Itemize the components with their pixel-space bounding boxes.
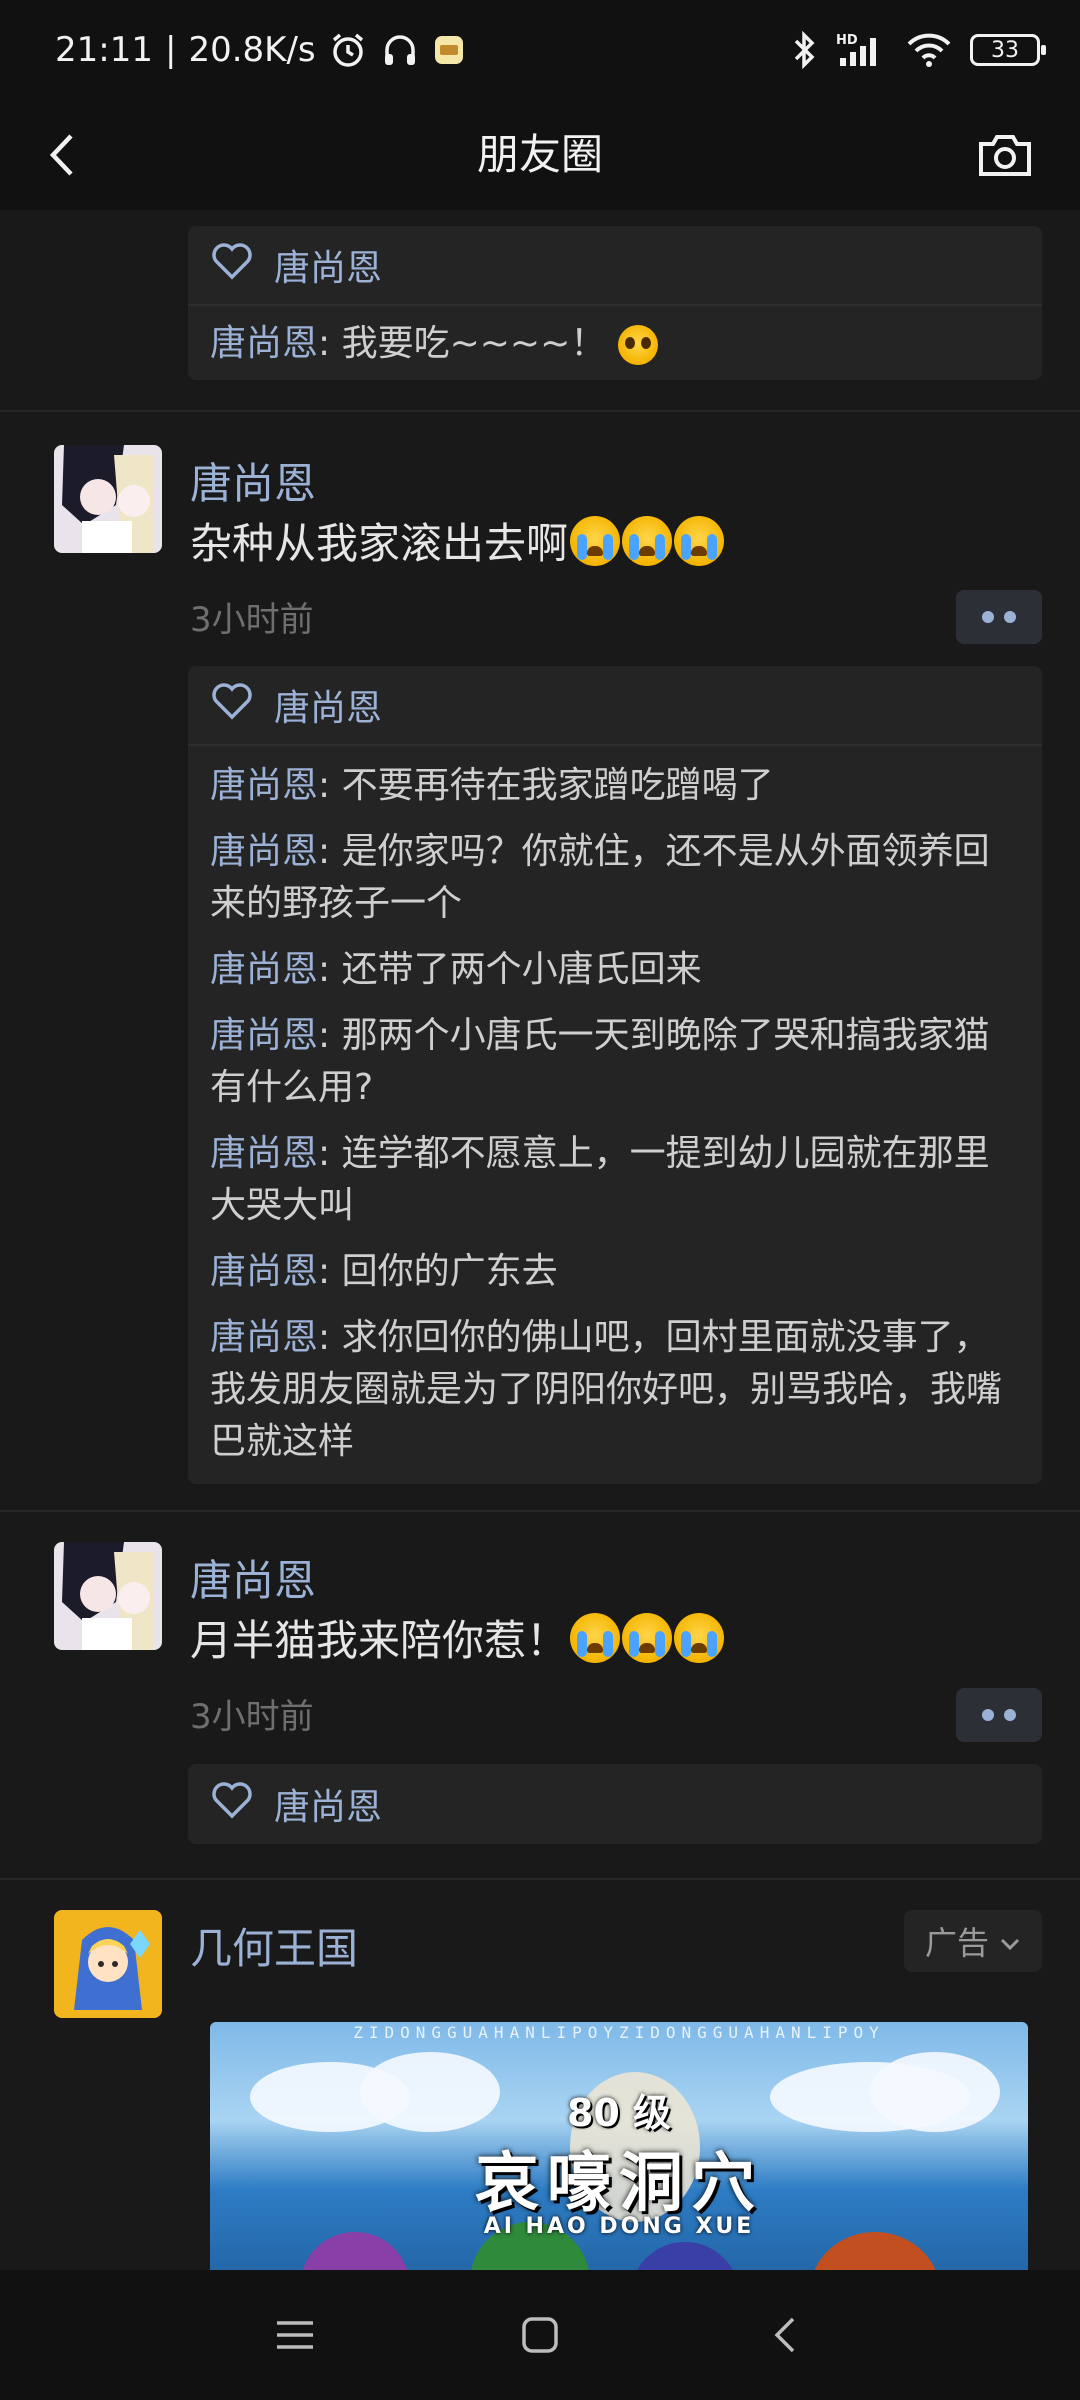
post-text: 月半猫我来陪你惹！ <box>190 1607 725 1668</box>
net-speed: 20.8K/s <box>188 30 316 70</box>
comment[interactable]: 唐尚恩: 连学都不愿意上，一提到幼儿园就在那里大哭大叫 <box>188 1122 1042 1240</box>
comment-text: : 我要吃~~~~！ <box>318 323 607 364</box>
menu-icon[interactable] <box>260 2300 330 2370</box>
comment[interactable]: 唐尚恩: 回你的广东去 <box>188 1240 1042 1306</box>
home-square-icon[interactable] <box>505 2300 575 2370</box>
crying-face-emoji-icon <box>570 515 621 566</box>
comment-text: : 还带了两个小唐氏回来 <box>318 949 702 990</box>
ad-subtitle: AI HAO DONG XUE <box>483 2214 755 2239</box>
comment-author[interactable]: 唐尚恩 <box>210 831 318 872</box>
avatar[interactable] <box>54 1542 162 1650</box>
post-timestamp: 3小时前 <box>190 600 314 640</box>
dot-icon <box>1004 611 1016 623</box>
battery-level: 33 <box>991 37 1019 63</box>
comment-author[interactable]: 唐尚恩 <box>210 1133 318 1174</box>
crying-face-emoji-icon <box>622 1612 673 1663</box>
clock: 21:11 <box>55 30 153 70</box>
post-author[interactable]: 唐尚恩 <box>190 450 316 511</box>
like-name[interactable]: 唐尚恩 <box>274 239 382 291</box>
status-right: HD 33 <box>790 22 1046 78</box>
post-text-content: 月半猫我来陪你惹！ <box>190 1616 569 1665</box>
crying-face-emoji-icon <box>674 515 725 566</box>
comment-author[interactable]: 唐尚恩 <box>210 1251 318 1292</box>
heart-icon <box>210 681 254 730</box>
status-bar: 21:11 | 20.8K/s HD 33 <box>0 0 1080 100</box>
ad-top-strip: ZIDONGGUAHANLIPOYZIDONGGUAHANLIPOY <box>353 2023 885 2042</box>
crying-face-emoji-icon <box>674 1612 725 1663</box>
battery-indicator: 33 <box>970 34 1046 66</box>
post-divider <box>0 1878 1080 1880</box>
ad-avatar[interactable] <box>54 1910 162 2018</box>
comment-author[interactable]: 唐尚恩 <box>210 949 318 990</box>
comment-text: : 那两个小唐氏一天到晚除了哭和搞我家猫有什么用? <box>210 1015 990 1108</box>
post-author[interactable]: 几何王国 <box>190 1915 358 1976</box>
status-separator: | <box>164 30 177 70</box>
heart-icon <box>210 241 254 290</box>
heart-icon <box>210 1780 254 1829</box>
comment[interactable]: 唐尚恩: 是你家吗？你就住，还不是从外面领养回来的野孩子一个 <box>188 820 1042 938</box>
wifi-icon <box>906 30 952 70</box>
dot-icon <box>1004 1709 1016 1721</box>
avatar[interactable] <box>54 445 162 553</box>
comment-text: : 不要再待在我家蹭吃蹭喝了 <box>318 765 774 806</box>
crying-face-emoji-icon <box>622 515 673 566</box>
comment[interactable]: 唐尚恩: 那两个小唐氏一天到晚除了哭和搞我家猫有什么用? <box>188 1004 1042 1122</box>
comment[interactable]: 唐尚恩: 我要吃~~~~！ <box>188 306 1042 380</box>
bluetooth-icon <box>790 30 818 70</box>
svg-text:HD: HD <box>836 33 858 48</box>
more-actions-button[interactable] <box>956 1688 1042 1742</box>
comment-text: : 连学都不愿意上，一提到幼儿园就在那里大哭大叫 <box>210 1133 990 1226</box>
back-triangle-icon[interactable] <box>750 2300 820 2370</box>
dot-icon <box>982 611 994 623</box>
alarm-icon <box>328 30 368 70</box>
comment-text: : 求你回你的佛山吧，回村里面就没事了，我发朋友圈就是为了阴阳你好吧，别骂我哈，… <box>210 1317 1003 1462</box>
likes-row: 唐尚恩 <box>188 226 1042 306</box>
post-timestamp: 3小时前 <box>190 1697 314 1737</box>
dot-icon <box>982 1709 994 1721</box>
ad-title: 哀嚎洞穴 <box>475 2147 763 2221</box>
like-name[interactable]: 唐尚恩 <box>274 1778 382 1830</box>
chevron-down-icon <box>999 1922 1021 1960</box>
post-divider <box>0 410 1080 412</box>
comment-text: : 是你家吗？你就住，还不是从外面领养回来的野孩子一个 <box>210 831 990 924</box>
ad-image[interactable]: ZIDONGGUAHANLIPOYZIDONGGUAHANLIPOY 80 级 … <box>210 2022 1028 2270</box>
comment[interactable]: 唐尚恩: 不要再待在我家蹭吃蹭喝了 <box>188 754 1042 820</box>
hd-signal-icon: HD <box>836 30 888 70</box>
system-nav-bar <box>0 2270 1080 2400</box>
ad-label: 广告 <box>924 1924 989 1962</box>
comment-text: : 回你的广东去 <box>318 1251 558 1292</box>
comment-author[interactable]: 唐尚恩 <box>210 323 318 364</box>
likes-row: 唐尚恩 <box>188 1764 1042 1844</box>
post-divider <box>0 1510 1080 1512</box>
interaction-box: 唐尚恩 <box>188 1764 1042 1844</box>
comment-author[interactable]: 唐尚恩 <box>210 1015 318 1056</box>
page-title: 朋友圈 <box>476 130 603 179</box>
interaction-box: 唐尚恩 唐尚恩: 我要吃~~~~！ <box>188 226 1042 380</box>
more-actions-button[interactable] <box>956 590 1042 644</box>
headphones-icon <box>380 30 420 70</box>
pleading-face-emoji-icon <box>617 325 658 365</box>
comment-author[interactable]: 唐尚恩 <box>210 1317 318 1358</box>
character-figure <box>630 2242 740 2270</box>
comment[interactable]: 唐尚恩: 求你回你的佛山吧，回村里面就没事了，我发朋友圈就是为了阴阳你好吧，别骂… <box>188 1306 1042 1476</box>
moments-feed[interactable]: 唐尚恩 唐尚恩: 我要吃~~~~！ 唐尚恩 杂种从我家滚出去啊 3小时前 唐尚恩… <box>0 210 1080 2270</box>
comment-list: 唐尚恩: 不要再待在我家蹭吃蹭喝了 唐尚恩: 是你家吗？你就住，还不是从外面领养… <box>188 746 1042 1484</box>
post-text-content: 杂种从我家滚出去啊 <box>190 519 569 568</box>
likes-row: 唐尚恩 <box>188 666 1042 746</box>
comment-author[interactable]: 唐尚恩 <box>210 765 318 806</box>
top-nav-bar: 朋友圈 <box>0 100 1080 210</box>
status-left: 21:11 | 20.8K/s <box>55 22 466 78</box>
like-name[interactable]: 唐尚恩 <box>274 679 382 731</box>
ad-level-text: 80 级 <box>566 2091 672 2135</box>
post-text: 杂种从我家滚出去啊 <box>190 510 725 571</box>
comment[interactable]: 唐尚恩: 还带了两个小唐氏回来 <box>188 938 1042 1004</box>
camera-icon[interactable] <box>970 122 1040 188</box>
ad-label-button[interactable]: 广告 <box>904 1910 1042 1972</box>
crying-face-emoji-icon <box>570 1612 621 1663</box>
interaction-box: 唐尚恩 唐尚恩: 不要再待在我家蹭吃蹭喝了 唐尚恩: 是你家吗？你就住，还不是从… <box>188 666 1042 1484</box>
app-notification-icon <box>432 33 466 67</box>
post-author[interactable]: 唐尚恩 <box>190 1547 316 1608</box>
